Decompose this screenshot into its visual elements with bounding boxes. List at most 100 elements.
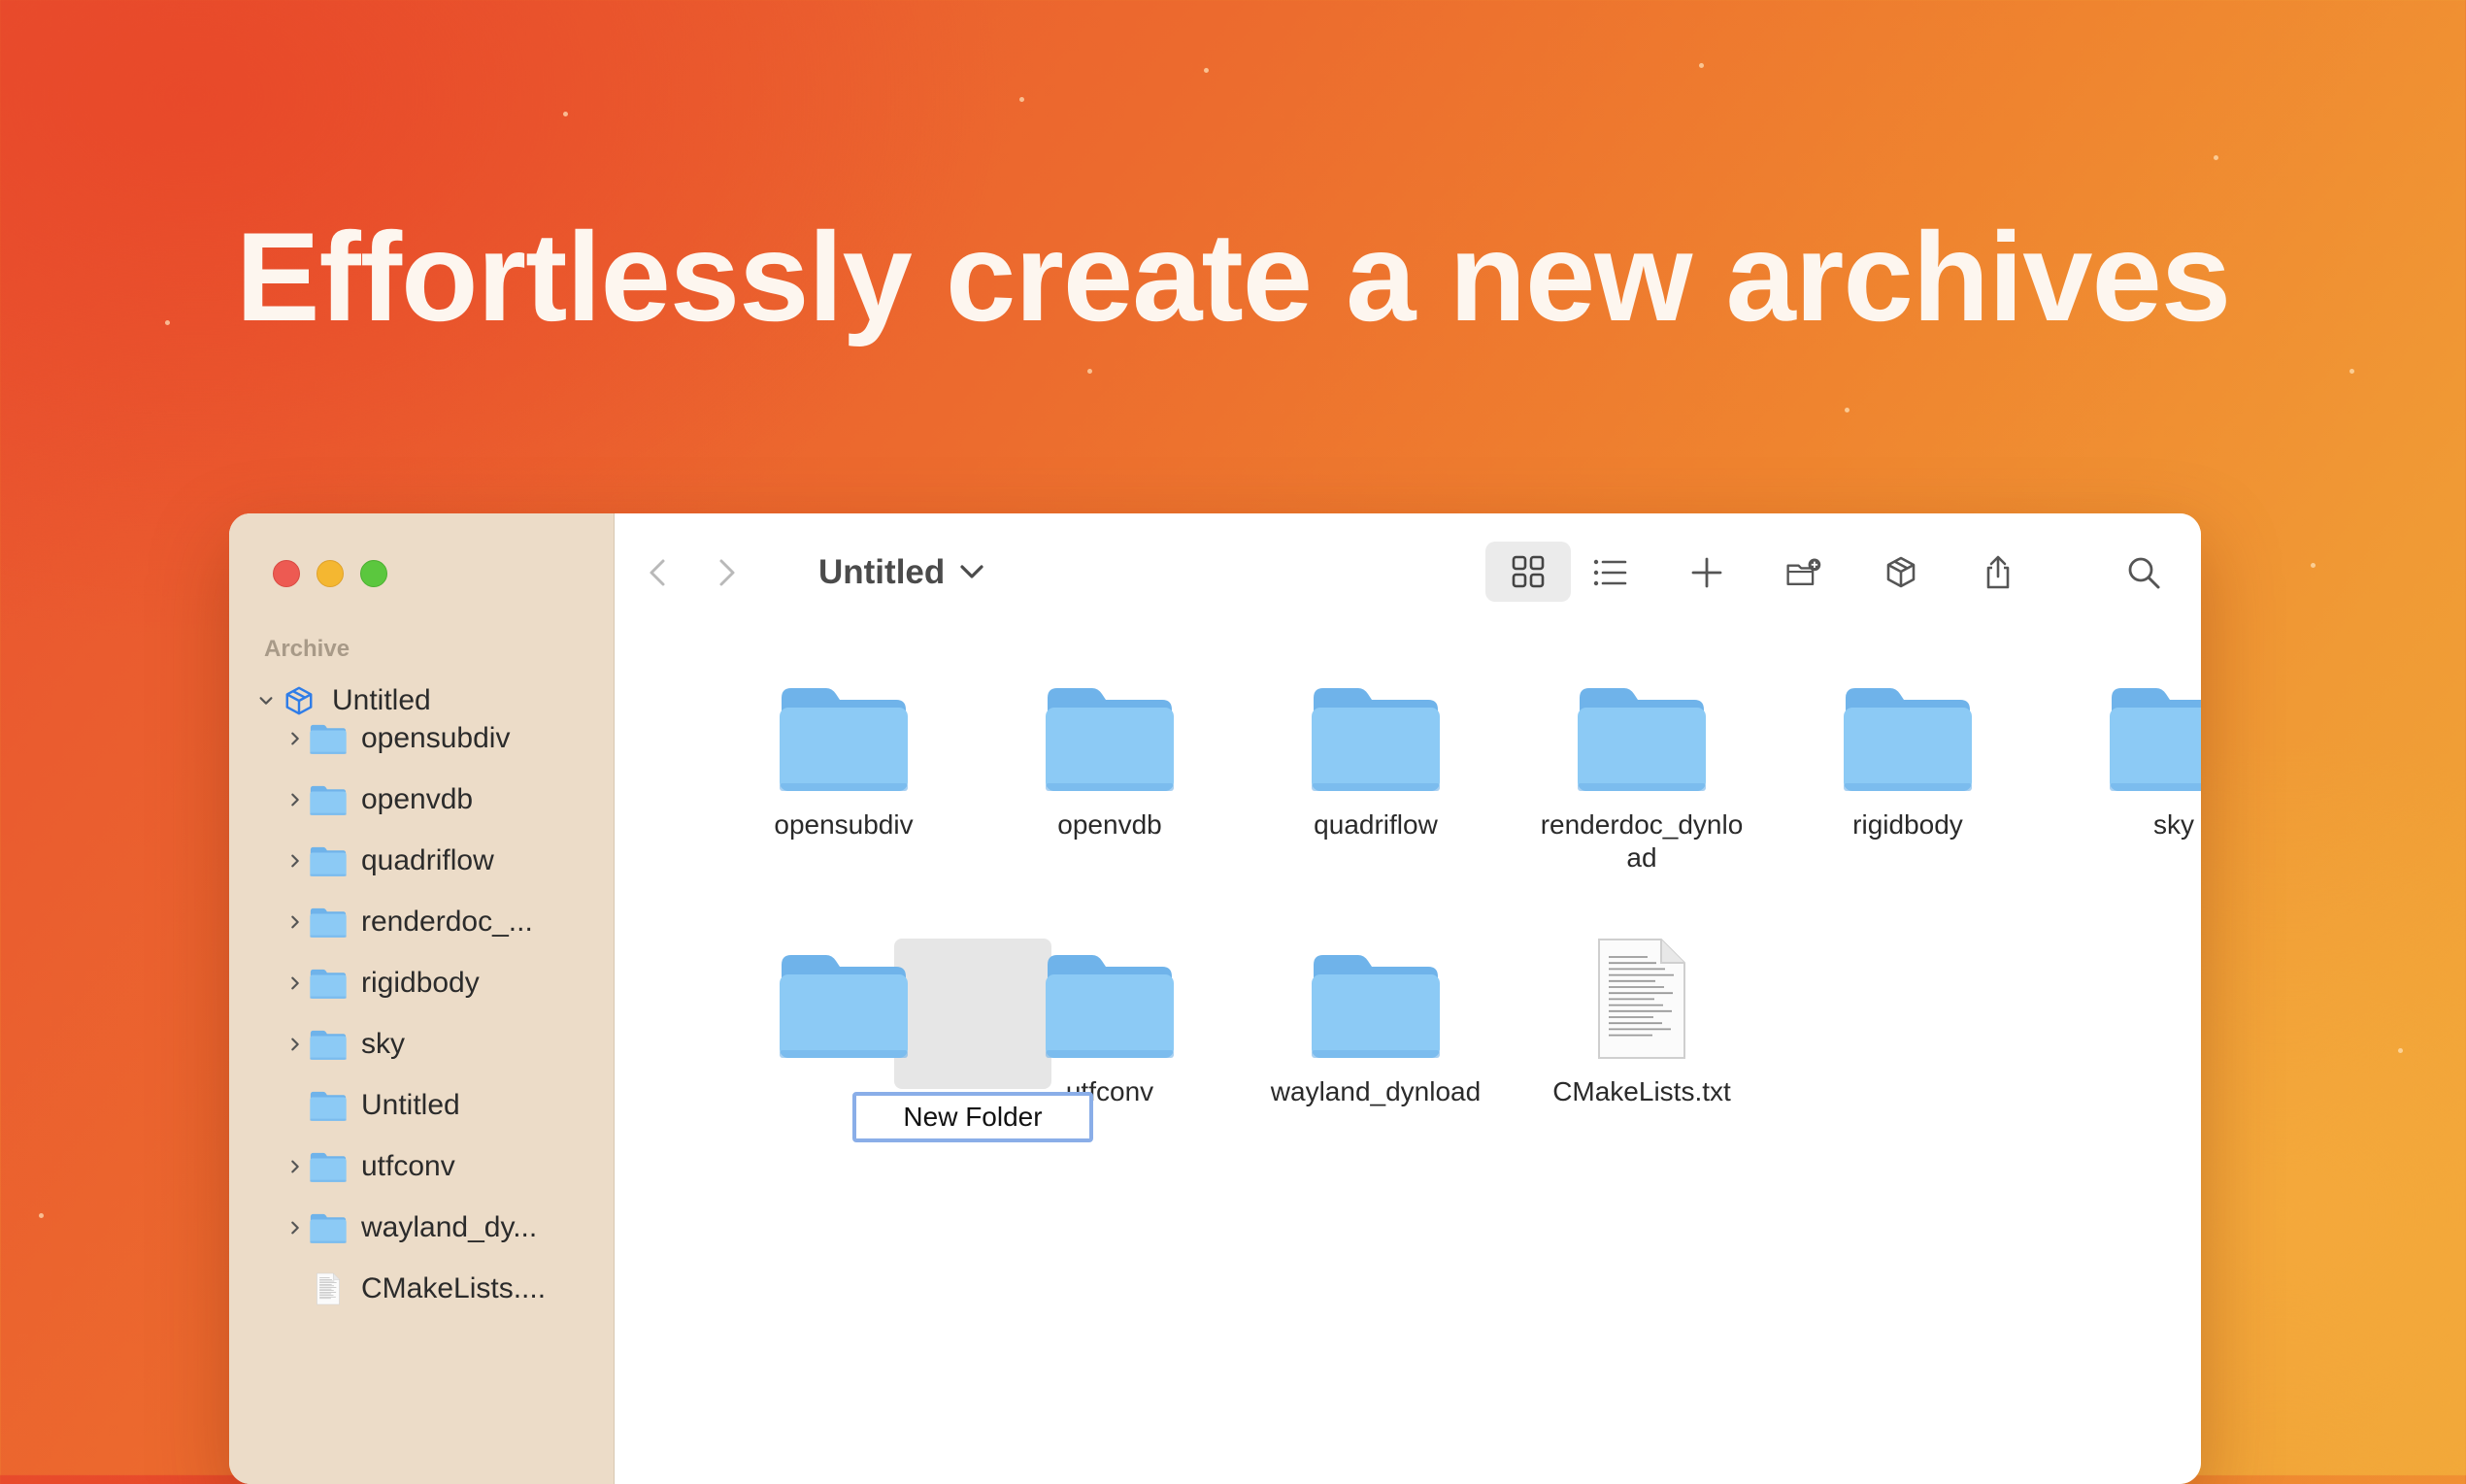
folder-icon [1250,916,1502,1062]
chevron-down-icon [960,565,983,578]
background-speck [563,112,568,116]
archive-button[interactable] [1872,544,1930,602]
folder-icon [309,722,348,755]
sidebar: Archive Untitled opensubdiv openvdb quadri… [229,513,615,1484]
folder-icon [1250,649,1502,795]
chevron-right-icon[interactable] [282,1158,309,1175]
text-file-icon [309,1272,348,1305]
rename-field[interactable]: New Folder [852,1092,1093,1142]
folder-icon [717,649,970,795]
sidebar-item-label: openvdb [361,783,474,815]
sidebar-item-8[interactable]: wayland_dy... [229,1199,614,1257]
folder-icon [1578,688,1706,791]
text-file-icon [317,1272,340,1305]
grid-item-4[interactable]: rigidbody [1782,649,2034,841]
folder-icon [2110,688,2201,791]
folder-icon [1782,649,2034,795]
grid-item-3[interactable]: renderdoc_dynlo ad [1516,649,1768,874]
grid-item-0[interactable]: opensubdiv [717,649,970,841]
background-speck [1699,63,1704,68]
grid-item-label: renderdoc_dynlo ad [1540,809,1744,873]
chevron-right-icon[interactable] [282,974,309,992]
background-speck [1087,369,1092,374]
sidebar-item-label: utfconv [361,1150,455,1182]
grid-item-1[interactable]: openvdb [983,649,1236,841]
folder-icon [309,783,348,816]
sidebar-item-label: renderdoc_... [361,906,533,938]
chevron-right-icon[interactable] [282,1036,309,1053]
folder-icon [309,906,348,939]
sidebar-item-label: opensubdiv [361,722,511,754]
grid-item-label: opensubdiv [774,809,914,840]
close-window-button[interactable] [273,560,300,587]
rename-field-value: New Folder [903,1102,1043,1132]
list-view-button[interactable] [1581,544,1639,602]
folder-icon [1046,688,1174,791]
grid-item-5[interactable]: sky [2048,649,2201,841]
grid-item-8[interactable]: wayland_dynload [1250,916,1502,1108]
search-button[interactable] [2115,544,2173,602]
sidebar-item-9[interactable]: CMakeLists.... [229,1260,614,1318]
grid-view-button[interactable] [1485,542,1571,602]
grid-item-6[interactable]: New Folder [717,916,970,1108]
forward-button[interactable] [702,548,750,597]
folder-icon [1312,955,1440,1058]
grid-item-9[interactable]: CMakeLists.txt [1516,916,1768,1108]
folder-icon [310,1152,347,1182]
folder-icon [2048,649,2201,795]
grid-item-label: rigidbody [1852,809,1963,840]
grid-item-label: quadriflow [1314,809,1438,840]
background-speck [2214,155,2218,160]
sidebar-item-0[interactable]: opensubdiv [229,709,614,768]
text-file-icon [1598,939,1685,1059]
sidebar-item-label: sky [361,1028,405,1060]
chevron-right-icon[interactable] [282,852,309,870]
folder-icon [310,846,347,876]
sidebar-item-6[interactable]: Untitled [229,1076,614,1135]
sidebar-item-4[interactable]: rigidbody [229,954,614,1012]
share-button[interactable] [1969,544,2027,602]
grid-item-label: openvdb [1057,809,1162,840]
sidebar-item-label: quadriflow [361,844,494,876]
headline: Effortlessly create a new archives [235,206,2231,347]
chevron-right-icon[interactable] [282,730,309,747]
folder-icon [309,1028,348,1061]
sidebar-item-label: rigidbody [361,967,480,999]
grid-item-label: wayland_dynload [1270,1076,1482,1106]
grid-item-2[interactable]: quadriflow [1250,649,1502,841]
zoom-window-button[interactable] [360,560,387,587]
grid-item-7[interactable]: utfconv [983,916,1236,1108]
folder-icon [310,907,347,938]
sidebar-item-7[interactable]: utfconv [229,1138,614,1196]
minimize-window-button[interactable] [317,560,344,587]
folder-icon [780,688,908,791]
folder-icon [717,916,970,1062]
new-folder-button[interactable] [1775,544,1833,602]
archive-box-icon [1886,556,1916,588]
folder-icon [310,1213,347,1243]
path-title-button[interactable]: Untitled [818,548,989,597]
sidebar-item-3[interactable]: renderdoc_... [229,893,614,951]
folder-icon [983,916,1236,1062]
search-icon [2128,557,2160,589]
new-folder-icon [1786,558,1821,585]
sidebar-item-1[interactable]: openvdb [229,771,614,829]
chevron-right-icon[interactable] [282,913,309,931]
folder-icon [310,1030,347,1060]
back-button[interactable] [634,548,683,597]
sidebar-item-2[interactable]: quadriflow [229,832,614,890]
text-file-icon [1516,916,1768,1062]
background-speck [1204,68,1209,73]
sidebar-section-title: Archive [264,636,350,662]
sidebar-item-label: CMakeLists.... [361,1272,547,1304]
background-speck [1845,408,1850,412]
folder-icon [1516,649,1768,795]
sidebar-item-5[interactable]: sky [229,1015,614,1073]
chevron-right-icon [719,559,735,586]
chevron-right-icon[interactable] [282,791,309,808]
chevron-right-icon[interactable] [282,1219,309,1237]
background-speck [2311,563,2316,568]
app-window: Archive Untitled opensubdiv openvdb quadri… [229,513,2201,1484]
chevron-down-icon[interactable] [252,692,280,709]
add-button[interactable] [1678,544,1736,602]
